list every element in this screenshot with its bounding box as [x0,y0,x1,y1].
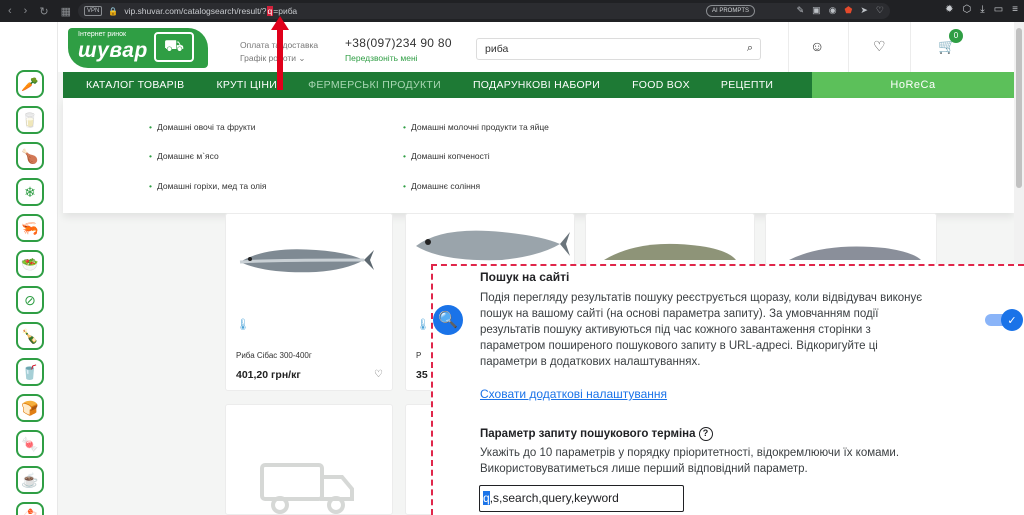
extension-icon[interactable]: ✹ [945,4,953,15]
cake-icon[interactable]: 🍰 [16,502,44,515]
edit-icon[interactable]: ✎ [797,5,805,16]
product-name[interactable]: Р [416,351,421,360]
nav-farm-products[interactable]: ФЕРМЕРСЬКІ ПРОДУКТИ [308,79,441,91]
fish-image [239,249,374,273]
truck-placeholder-icon [260,463,354,514]
query-parameter-description: Укажіть до 10 параметрів у порядку пріор… [480,447,900,475]
chevron-down-icon: ⌄ [298,53,306,63]
reload-icon[interactable]: ↻ [39,5,48,18]
panel-title: Пошук на сайті [480,270,570,284]
heart-icon[interactable]: ♡ [876,5,884,16]
cube-icon[interactable]: ⬡ [963,4,972,15]
nav-recipes[interactable]: РЕЦЕПТИ [721,79,773,91]
search-icon[interactable]: ⌕ [747,42,753,55]
browser-toolbar: ‹ › ↻ ▦ VPN 🔒 vip.shuvar.com/catalogsear… [0,0,1024,22]
header-divider [848,22,849,72]
site-header: Інтернет ринок шувар ⛟ Оплата та доставк… [58,22,1014,72]
shield-icon[interactable]: ⬟ [845,5,853,16]
battery-icon[interactable]: ▭ [994,4,1003,15]
gluten-free-icon[interactable]: ⊘ [16,286,44,314]
browser-nav: ‹ › ↻ ▦ [0,5,71,18]
hide-advanced-settings-link[interactable]: Сховати додаткові налаштування [480,387,667,401]
site-logo[interactable]: Інтернет ринок шувар ⛟ [68,28,208,68]
dropdown-item[interactable]: Домашні овочі та фрукти [149,122,256,132]
grid-icon[interactable]: ▦ [61,5,71,18]
dropdown-item[interactable]: Домашні копченості [403,151,490,161]
extension-icons: ✹ ⬡ ⤓ ▭ ≡ [945,4,1018,15]
header-divider [910,22,911,72]
phone-number[interactable]: +38(097)234 90 80 [345,36,452,50]
phone-block: +38(097)234 90 80 Передзвоніть мені [345,36,452,63]
milk-icon[interactable]: 🥛 [16,106,44,134]
menu-icon[interactable]: ≡ [1012,4,1018,15]
search-input[interactable]: риба ⌕ [476,38,761,60]
drinks-icon[interactable]: 🥤 [16,358,44,386]
product-price: 35 [416,369,428,381]
nav-horeca[interactable]: HoReCa [812,72,1014,98]
dropdown-item[interactable]: Домашнє м`ясо [149,151,219,161]
frozen-icon[interactable]: ❄ [16,178,44,206]
site-search-toggle[interactable]: ✓ [985,309,1023,331]
wishlist-icon[interactable]: ♡ [873,38,886,55]
seafood-icon[interactable]: 🦐 [16,214,44,242]
product-name[interactable]: Риба Сібас 300-400г [236,351,312,360]
fish-image [416,230,570,261]
site-search-settings-panel: 🔍 Пошук на сайті Подія перегляду результ… [431,264,1024,515]
query-parameter-input[interactable]: q,s,search,query,keyword [479,485,684,512]
dropdown-item[interactable]: Домашні горіхи, мед та олія [149,181,266,191]
panel-description: Подія перегляду результатів пошуку реєст… [480,292,923,368]
salad-icon[interactable]: 🥗 [16,250,44,278]
chilled-icon: 🌡 [416,319,430,331]
vpn-badge[interactable]: VPN [84,6,103,16]
back-icon[interactable]: ‹ [8,5,12,18]
lock-icon: 🔒 [108,6,119,16]
dropdown-item[interactable]: Домашнє соління [403,181,480,191]
dropdown-item[interactable]: Домашні молочні продукти та яйце [403,122,549,132]
annotation-arrow [271,16,289,90]
check-icon: ✓ [1001,309,1023,331]
wishlist-heart-icon[interactable]: ♡ [374,369,383,380]
image-icon[interactable]: ▣ [812,5,821,16]
main-nav: КАТАЛОГ ТОВАРІВ КРУТІ ЦІНИ ФЕРМЕРСЬКІ ПР… [63,72,1014,98]
forward-icon[interactable]: › [24,5,28,18]
header-divider [788,22,789,72]
nav-food-box[interactable]: FOOD BOX [632,79,690,91]
help-icon[interactable]: ? [698,427,713,441]
meat-icon[interactable]: 🍗 [16,142,44,170]
bottle-icon[interactable]: 🍾 [16,322,44,350]
bakery-icon[interactable]: 🍞 [16,394,44,422]
query-parameter-title: Параметр запиту пошукового терміна? [480,427,713,441]
nav-hot-prices[interactable]: КРУТІ ЦІНИ [216,79,277,91]
vegetables-icon[interactable]: 🥕 [16,70,44,98]
ai-prompts-button[interactable]: AI PROMPTS [705,5,755,17]
screenshot-root: ‹ › ↻ ▦ VPN 🔒 vip.shuvar.com/catalogsear… [0,0,1024,515]
sweets-icon[interactable]: 🍬 [16,430,44,458]
cart-count-badge: 0 [949,29,963,43]
fish-image [789,246,921,260]
url-text[interactable]: vip.shuvar.com/catalogsearch/result/?q=р… [124,6,297,16]
category-rail: 🥕 🥛 🍗 ❄ 🦐 🥗 ⊘ 🍾 🥤 🍞 🍬 ☕ 🍰 [0,22,58,515]
truck-icon: ⛟ [154,32,194,62]
farm-products-dropdown: Домашні овочі та фрукти Домашнє м`ясо До… [63,98,1014,213]
callback-link[interactable]: Передзвоніть мені [345,53,452,63]
nav-gift-sets[interactable]: ПОДАРУНКОВІ НАБОРИ [473,79,600,91]
search-icon: 🔍 [433,305,463,335]
url-icons: ✎ ▣ ◉ ⬟ ➤ ♡ [797,5,884,16]
download-icon[interactable]: ⤓ [980,4,984,15]
address-bar[interactable]: VPN 🔒 vip.shuvar.com/catalogsearch/resul… [78,3,890,19]
nav-catalog[interactable]: КАТАЛОГ ТОВАРІВ [86,79,184,91]
camera-icon[interactable]: ◉ [829,5,837,16]
chilled-icon: 🌡 [236,319,250,331]
user-icon[interactable]: ☺ [810,38,824,54]
tea-icon[interactable]: ☕ [16,466,44,494]
product-price: 401,20 грн/кг [236,369,301,381]
send-icon[interactable]: ➤ [860,5,868,16]
